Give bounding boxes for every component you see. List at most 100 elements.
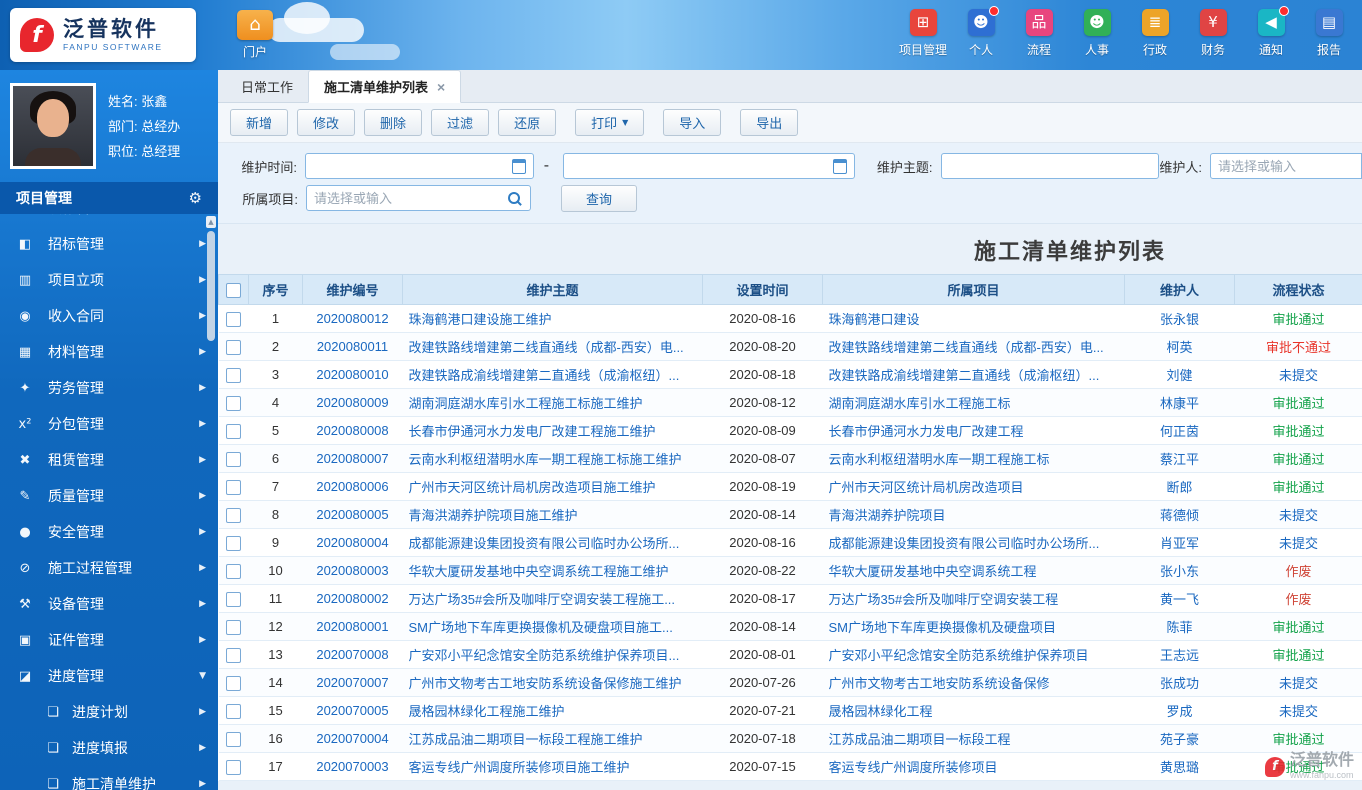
nav-item-workflow[interactable]: 品流程 [1010, 9, 1068, 58]
maintainer-link[interactable]: 黄思璐 [1160, 760, 1199, 775]
maintenance-topic-link[interactable]: 晟格园林绿化工程施工维护 [409, 704, 565, 719]
row-checkbox[interactable] [226, 535, 241, 551]
project-link[interactable]: 长春市伊通河水力发电厂改建工程 [829, 424, 1024, 439]
row-checkbox[interactable] [226, 619, 241, 635]
sidebar-section-header[interactable]: 项目管理 ⚙ [0, 182, 218, 214]
row-checkbox[interactable] [226, 703, 241, 719]
maintenance-code-link[interactable]: 2020080004 [316, 535, 388, 550]
tab-construction-list-maintenance[interactable]: 施工清单维护列表 × [308, 70, 462, 103]
maintenance-topic-link[interactable]: 华软大厦研发基地中央空调系统工程施工维护 [409, 564, 669, 579]
project-link[interactable]: 广州市天河区统计局机房改造项目 [829, 480, 1024, 495]
row-checkbox[interactable] [226, 311, 241, 327]
maintenance-code-link[interactable]: 2020080002 [316, 591, 388, 606]
maintenance-topic-link[interactable]: 广州市天河区统计局机房改造项目施工维护 [409, 480, 656, 495]
portal-button[interactable]: ⌂ 门户 [228, 10, 282, 60]
maintenance-topic-link[interactable]: 湖南洞庭湖水库引水工程施工标施工维护 [409, 396, 643, 411]
filter-button[interactable]: 过滤 [431, 109, 490, 136]
project-link[interactable]: 华软大厦研发基地中央空调系统工程 [829, 564, 1037, 579]
maintainer-link[interactable]: 林康平 [1160, 396, 1199, 411]
maintainer-link[interactable]: 肖亚军 [1160, 536, 1199, 551]
sidebar-item-material-management[interactable]: ▦ 材料管理 ▶ [0, 334, 218, 370]
row-checkbox[interactable] [226, 731, 241, 747]
calendar-icon[interactable] [832, 158, 847, 174]
maintenance-code-link[interactable]: 2020070008 [316, 647, 388, 662]
project-link[interactable]: 青海洪湖养护院项目 [829, 508, 946, 523]
import-button[interactable]: 导入 [663, 109, 722, 136]
sidebar-item-lease-management[interactable]: ✖ 租赁管理 ▶ [0, 442, 218, 478]
row-checkbox[interactable] [226, 451, 241, 467]
row-checkbox[interactable] [226, 507, 241, 523]
nav-item-personal[interactable]: ☻ 个人 [952, 6, 1010, 58]
sidebar-item-equipment-management[interactable]: ⚒ 设备管理 ▶ [0, 586, 218, 622]
sidebar-item-progress-plan[interactable]: ❏ 进度计划 ▶ [0, 694, 218, 730]
delete-button[interactable]: 删除 [364, 109, 423, 136]
edit-button[interactable]: 修改 [297, 109, 356, 136]
maintenance-topic-link[interactable]: 广安邓小平纪念馆安全防范系统维护保养项目... [409, 648, 680, 663]
nav-item-notification[interactable]: ◀ 通知 [1242, 6, 1300, 58]
sidebar-item-progress-report[interactable]: ❏ 进度填报 ▶ [0, 730, 218, 766]
project-link[interactable]: 万达广场35#会所及咖啡厅空调安装工程 [829, 592, 1059, 607]
maintenance-code-link[interactable]: 2020070004 [316, 731, 388, 746]
row-checkbox[interactable] [226, 647, 241, 663]
gear-icon[interactable]: ⚙ [189, 189, 202, 207]
nav-item-finance[interactable]: ¥ 财务 [1184, 9, 1242, 58]
project-link[interactable]: 成都能源建设集团投资有限公司临时办公场所... [829, 536, 1100, 551]
project-link[interactable]: 晟格园林绿化工程 [829, 704, 933, 719]
row-checkbox[interactable] [226, 675, 241, 691]
row-checkbox[interactable] [226, 563, 241, 579]
project-link[interactable]: 客运专线广州调度所装修项目 [829, 760, 998, 775]
maintenance-topic-link[interactable]: 改建铁路线增建第二线直通线（成都-西安）电... [409, 340, 684, 355]
maintenance-code-link[interactable]: 2020070005 [316, 703, 388, 718]
maintainer-link[interactable]: 张小东 [1160, 564, 1199, 579]
project-link[interactable]: 广州市文物考古工地安防系统设备保修 [829, 676, 1050, 691]
maintenance-topic-link[interactable]: 珠海鹤港口建设施工维护 [409, 312, 552, 327]
maintenance-code-link[interactable]: 2020070003 [316, 759, 388, 774]
maintenance-code-link[interactable]: 2020080001 [316, 619, 388, 634]
maintainer-input[interactable] [1211, 155, 1361, 177]
row-checkbox[interactable] [226, 395, 241, 411]
print-button[interactable]: 打印 ▼ [575, 109, 645, 136]
calendar-icon[interactable] [511, 158, 526, 174]
export-button[interactable]: 导出 [740, 109, 799, 136]
sidebar-item-subcontract-management[interactable]: x² 分包管理 ▶ [0, 406, 218, 442]
maintenance-code-link[interactable]: 2020080009 [316, 395, 388, 410]
project-link[interactable]: 改建铁路线增建第二线直通线（成都-西安）电... [829, 340, 1104, 355]
scroll-up-icon[interactable]: ▲ [206, 216, 216, 228]
row-checkbox[interactable] [226, 759, 241, 775]
project-link[interactable]: 珠海鹤港口建设 [829, 312, 920, 327]
scrollbar-thumb[interactable] [207, 231, 215, 341]
maintenance-topic-link[interactable]: 万达广场35#会所及咖啡厅空调安装工程施工... [409, 592, 676, 607]
select-all-checkbox[interactable] [226, 282, 241, 298]
maintenance-topic-link[interactable]: 改建铁路成渝线增建第二直通线（成渝枢纽）... [409, 368, 680, 383]
maintainer-link[interactable]: 罗成 [1166, 704, 1192, 719]
row-checkbox[interactable] [226, 339, 241, 355]
row-checkbox[interactable] [226, 479, 241, 495]
nav-item-report[interactable]: ▤ 报告 [1300, 9, 1358, 58]
maintenance-topic-link[interactable]: SM广场地下车库更换摄像机及硬盘项目施工... [409, 620, 673, 635]
nav-item-project-management[interactable]: ⊞ 项目管理 [894, 9, 952, 58]
sidebar-item-tender-management[interactable]: ◧ 招标管理 ▶ [0, 226, 218, 262]
row-checkbox[interactable] [226, 591, 241, 607]
maintainer-link[interactable]: 王志远 [1160, 648, 1199, 663]
maintain-topic-input[interactable] [941, 155, 1159, 177]
maintenance-code-link[interactable]: 2020080011 [317, 339, 388, 354]
nav-item-administration[interactable]: ≣ 行政 [1126, 9, 1184, 58]
sidebar-item-bid-management[interactable]: ▤投标管理▶ [0, 214, 218, 226]
tab-daily-work[interactable]: 日常工作 [226, 70, 308, 102]
maintainer-link[interactable]: 张永银 [1160, 312, 1199, 327]
maintenance-code-link[interactable]: 2020080006 [316, 479, 388, 494]
sidebar-item-safety-management[interactable]: ● 安全管理 ▶ [0, 514, 218, 550]
sidebar-item-construction-process-management[interactable]: ⊘ 施工过程管理 ▶ [0, 550, 218, 586]
maintainer-link[interactable]: 柯英 [1166, 340, 1192, 355]
maintenance-topic-link[interactable]: 云南水利枢纽潜明水库一期工程施工标施工维护 [409, 452, 682, 467]
restore-button[interactable]: 还原 [498, 109, 557, 136]
maintenance-code-link[interactable]: 2020080005 [316, 507, 388, 522]
maintenance-code-link[interactable]: 2020080010 [316, 367, 388, 382]
add-button[interactable]: 新增 [230, 109, 289, 136]
project-link[interactable]: 云南水利枢纽潜明水库一期工程施工标 [829, 452, 1050, 467]
maintainer-link[interactable]: 何正茵 [1160, 424, 1199, 439]
nav-item-hr[interactable]: ☻ 人事 [1068, 9, 1126, 58]
row-checkbox[interactable] [226, 423, 241, 439]
maintenance-topic-link[interactable]: 青海洪湖养护院项目施工维护 [409, 508, 578, 523]
maintainer-link[interactable]: 断郎 [1166, 480, 1192, 495]
